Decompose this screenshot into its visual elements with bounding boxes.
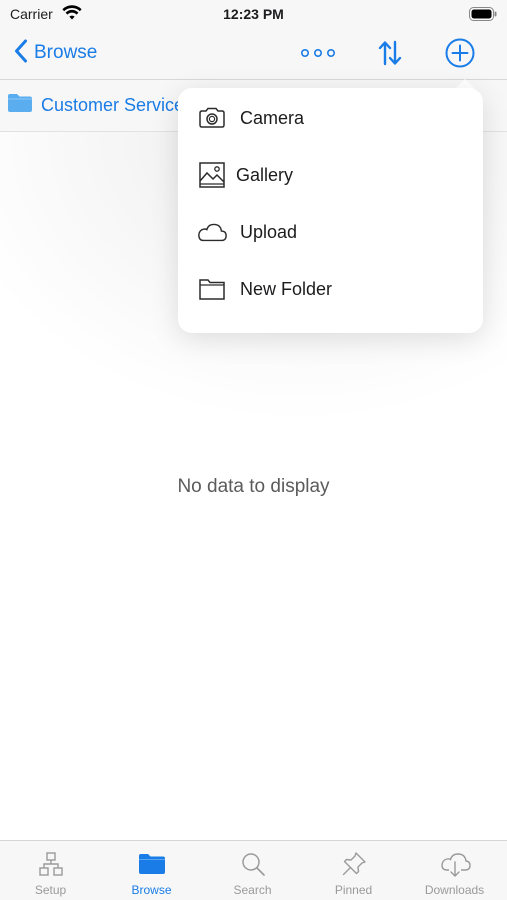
tab-downloads[interactable]: Downloads: [404, 841, 505, 900]
tab-label: Downloads: [424, 883, 485, 897]
more-icon[interactable]: [300, 38, 336, 68]
tab-pinned[interactable]: Pinned: [303, 841, 404, 900]
breadcrumb-folder-label: Customer Service: [41, 95, 185, 115]
menu-item-label: New Folder: [240, 278, 333, 299]
menu-item-gallery[interactable]: Gallery: [178, 149, 483, 201]
status-time: 12:23 PM: [223, 6, 284, 22]
hierarchy-icon: [0, 849, 101, 879]
cloud-download-icon: [404, 849, 505, 879]
tab-label: Search: [233, 883, 272, 897]
tab-bar: Setup Browse Search Pinned Downloads: [0, 840, 507, 900]
pin-icon: [303, 849, 404, 879]
tab-label: Pinned: [334, 883, 373, 897]
tab-search[interactable]: Search: [202, 841, 303, 900]
add-menu-popover: Camera Gallery Upload New Folder: [178, 88, 483, 333]
folder-icon: [101, 849, 202, 879]
chevron-left-icon: [14, 39, 28, 68]
gallery-icon: [196, 161, 228, 189]
menu-item-label: Gallery: [236, 164, 294, 185]
cloud-upload-icon: [196, 218, 228, 246]
back-button[interactable]: Browse: [14, 38, 97, 68]
add-icon[interactable]: [442, 38, 478, 68]
menu-item-label: Camera: [240, 107, 305, 128]
empty-state-message: No data to display: [177, 476, 330, 497]
menu-item-upload[interactable]: Upload: [178, 206, 483, 258]
tab-label: Setup: [34, 883, 67, 897]
tab-setup[interactable]: Setup: [0, 841, 101, 900]
sort-icon[interactable]: [372, 38, 408, 68]
back-button-label: Browse: [34, 42, 98, 63]
folder-icon: [7, 93, 33, 118]
status-bar: Carrier 12:23 PM: [0, 0, 507, 28]
camera-icon: [196, 104, 228, 132]
tab-browse[interactable]: Browse: [101, 841, 202, 900]
search-icon: [202, 849, 303, 879]
folder-icon: [196, 275, 228, 303]
menu-item-label: Upload: [240, 221, 298, 242]
navigation-bar: Browse: [0, 28, 507, 80]
menu-item-camera[interactable]: Camera: [178, 92, 483, 144]
battery-icon: [469, 7, 497, 26]
menu-item-new-folder[interactable]: New Folder: [178, 263, 483, 315]
tab-label: Browse: [131, 883, 172, 897]
